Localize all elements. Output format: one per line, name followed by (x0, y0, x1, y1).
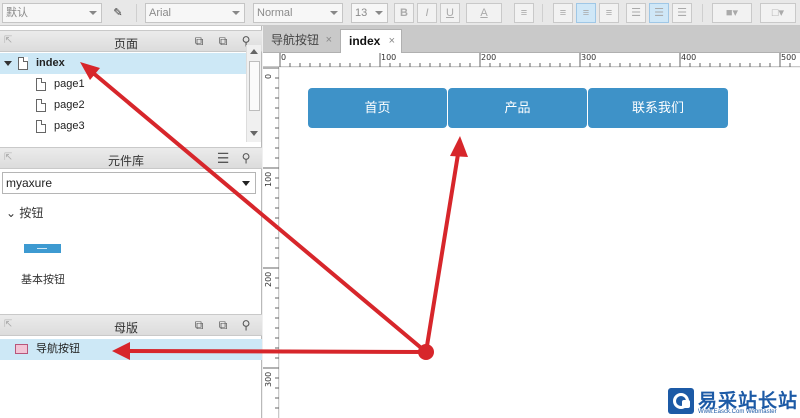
watermark-logo-icon (668, 388, 694, 414)
arrow-origin-dot (418, 344, 434, 360)
annotation-arrows (80, 62, 468, 360)
watermark: 易采站长站 Www.Easck.Com Webmaster (664, 384, 800, 418)
arrow-to-canvas-button (424, 146, 461, 354)
arrowhead (450, 136, 468, 157)
arrow-to-master (123, 349, 428, 354)
arrow-to-index-page (90, 70, 428, 354)
watermark-subtitle: Www.Easck.Com Webmaster (698, 409, 777, 415)
arrowhead (112, 342, 130, 360)
